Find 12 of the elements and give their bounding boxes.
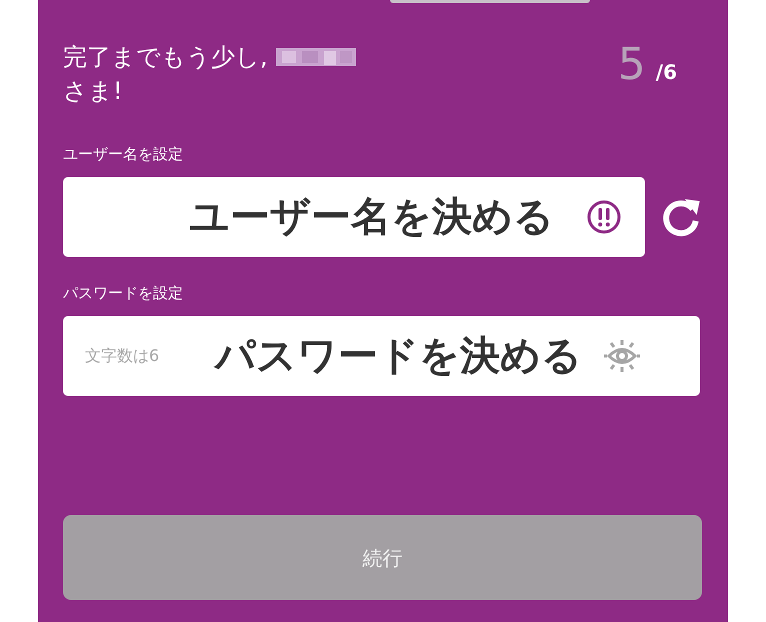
step-number: 5	[618, 38, 646, 92]
password-field[interactable]: 文字数は6 パスワードを決める	[63, 316, 700, 396]
placeholder-text: 文字数は6	[85, 345, 160, 367]
annotation-text: パスワードを決める	[215, 332, 582, 380]
field-label: パスワードを設定	[63, 283, 183, 303]
step-total: /6	[656, 59, 677, 86]
greeting-text: 完了までもう少し,	[63, 42, 268, 73]
username-field[interactable]: ユーザー名を決める	[63, 177, 646, 257]
alert-icon	[587, 200, 621, 234]
annotation-text: ユーザー名を決める	[189, 193, 554, 241]
greeting-text: さま!	[63, 76, 123, 107]
field-label: ユーザー名を設定	[63, 144, 183, 164]
